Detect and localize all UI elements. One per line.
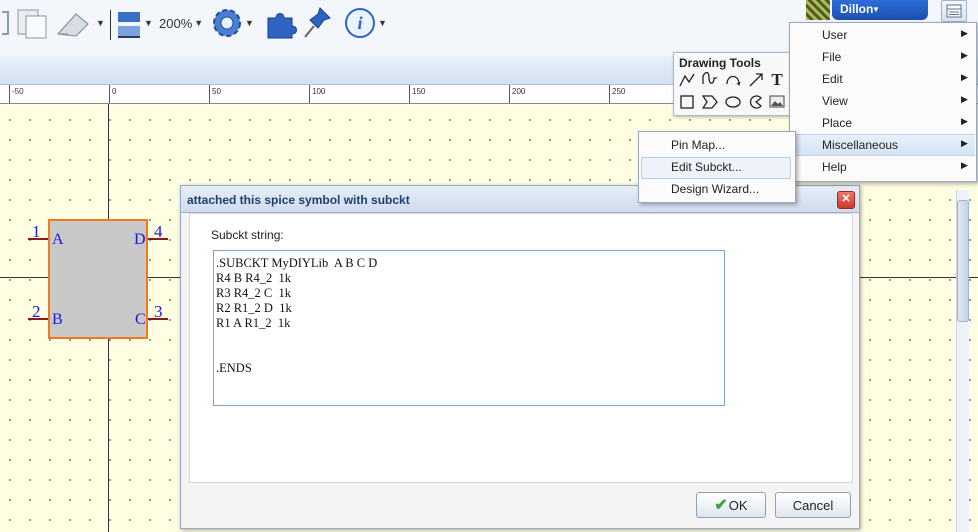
ruler-label: 250 bbox=[612, 87, 626, 96]
dialog-title: attached this spice symbol with subckt bbox=[187, 193, 410, 207]
pin-name-a: A bbox=[52, 231, 64, 248]
scrollbar-thumb[interactable] bbox=[957, 200, 969, 322]
zoom-control[interactable]: 200% ▼ bbox=[159, 6, 203, 40]
align-tool-icon[interactable]: ▼ bbox=[116, 6, 153, 40]
dialog-footer: ✔ OK Cancel bbox=[181, 484, 859, 528]
menu-item-edit[interactable]: Edit ▶ bbox=[791, 68, 975, 90]
miscellaneous-submenu: Pin Map... Edit Subckt... Design Wizard.… bbox=[638, 131, 796, 203]
drawing-tools-title: Drawing Tools bbox=[679, 56, 761, 70]
ellipse-icon[interactable] bbox=[724, 93, 742, 111]
cancel-button[interactable]: Cancel bbox=[775, 492, 851, 518]
user-menu-button[interactable]: Dillon ▼ bbox=[832, 0, 928, 20]
menu-item-miscellaneous[interactable]: Miscellaneous ▶ bbox=[791, 134, 975, 156]
cancel-button-label: Cancel bbox=[792, 497, 834, 513]
pin-name-d: D bbox=[134, 231, 146, 248]
menu-item-pin-map[interactable]: Pin Map... bbox=[641, 135, 791, 155]
arrow-icon[interactable] bbox=[747, 71, 765, 89]
toolbar-divider bbox=[110, 10, 111, 40]
ruler-label: -50 bbox=[12, 87, 24, 96]
menu-item-view[interactable]: View ▶ bbox=[791, 90, 975, 112]
pin-number-1: 1 bbox=[32, 222, 41, 241]
subckt-field-label: Subckt string: bbox=[211, 228, 284, 242]
pin-number-4: 4 bbox=[154, 222, 163, 241]
main-menu-icon[interactable] bbox=[941, 0, 967, 22]
chevron-down-icon[interactable]: ▼ bbox=[96, 18, 105, 28]
pin-number-3: 3 bbox=[154, 302, 163, 321]
pin-name-b: B bbox=[52, 311, 63, 328]
menu-item-design-wizard[interactable]: Design Wizard... bbox=[641, 179, 791, 199]
checkmark-icon: ✔ bbox=[714, 497, 728, 514]
chevron-right-icon: ▶ bbox=[961, 94, 968, 104]
ruler-label: 200 bbox=[512, 87, 526, 96]
info-icon[interactable]: i ▼ bbox=[344, 6, 387, 40]
polygon-icon[interactable] bbox=[701, 93, 719, 111]
pie-icon[interactable] bbox=[747, 93, 765, 111]
menu-item-file[interactable]: File ▶ bbox=[791, 46, 975, 68]
menu-item-edit-subckt[interactable]: Edit Subckt... bbox=[641, 157, 791, 179]
chevron-down-icon[interactable]: ▼ bbox=[378, 18, 387, 28]
ok-button-label: OK bbox=[728, 497, 748, 513]
chevron-right-icon: ▶ bbox=[961, 50, 968, 60]
dialog-body: Subckt string: .SUBCKT MyDIYLib A B C D … bbox=[189, 213, 853, 483]
chevron-down-icon[interactable]: ▼ bbox=[194, 18, 203, 28]
arc-icon[interactable] bbox=[724, 71, 742, 89]
text-tool-glyph: T bbox=[771, 70, 783, 89]
chevron-right-icon: ▶ bbox=[961, 28, 968, 38]
subckt-dialog: attached this spice symbol with subckt ✕… bbox=[180, 185, 860, 529]
svg-text:i: i bbox=[357, 13, 362, 33]
pin-name-c: C bbox=[135, 311, 146, 328]
ruler-label: 100 bbox=[312, 87, 326, 96]
ruler-label: 0 bbox=[112, 87, 117, 96]
chevron-down-icon[interactable]: ▼ bbox=[245, 18, 254, 28]
ruler-label: 150 bbox=[412, 87, 426, 96]
rectangle-icon[interactable] bbox=[678, 93, 696, 111]
subckt-textarea[interactable]: .SUBCKT MyDIYLib A B C D R4 B R4_2 1k R3… bbox=[213, 250, 725, 406]
menu-item-place[interactable]: Place ▶ bbox=[791, 112, 975, 134]
pin-number-2: 2 bbox=[32, 302, 41, 321]
chevron-right-icon: ▶ bbox=[961, 138, 968, 148]
polyline-icon[interactable] bbox=[678, 71, 696, 89]
close-icon[interactable]: ✕ bbox=[837, 191, 855, 209]
chevron-right-icon: ▶ bbox=[961, 116, 968, 126]
avatar[interactable] bbox=[806, 0, 830, 20]
main-menu: User ▶ File ▶ Edit ▶ View ▶ Place ▶ Miscellan… bbox=[789, 22, 977, 182]
settings-gear-icon[interactable]: ▼ bbox=[211, 6, 254, 40]
ok-button[interactable]: ✔ OK bbox=[696, 492, 766, 518]
undo-icon[interactable] bbox=[0, 6, 12, 40]
puzzle-extension-icon[interactable] bbox=[264, 6, 298, 40]
chevron-down-icon[interactable]: ▼ bbox=[144, 18, 153, 28]
ruler-label: 50 bbox=[212, 87, 221, 96]
drawing-tools-panel: Drawing Tools T bbox=[673, 52, 797, 116]
wire-icon[interactable] bbox=[701, 71, 719, 89]
text-icon[interactable]: T bbox=[768, 70, 786, 89]
pin-icon[interactable] bbox=[302, 6, 332, 40]
paste-icon[interactable] bbox=[14, 6, 50, 40]
chevron-right-icon: ▶ bbox=[961, 160, 968, 170]
menu-item-user[interactable]: User ▶ bbox=[791, 24, 975, 46]
eraser-tool-icon[interactable]: ▼ bbox=[54, 6, 105, 40]
image-icon[interactable] bbox=[768, 93, 786, 111]
chevron-right-icon: ▶ bbox=[961, 72, 968, 82]
user-name: Dillon bbox=[840, 2, 874, 16]
chevron-down-icon: ▼ bbox=[872, 5, 880, 14]
zoom-level: 200% bbox=[159, 15, 193, 31]
subckt-text-content: .SUBCKT MyDIYLib A B C D R4 B R4_2 1k R3… bbox=[216, 256, 378, 375]
menu-item-help[interactable]: Help ▶ bbox=[791, 156, 975, 178]
